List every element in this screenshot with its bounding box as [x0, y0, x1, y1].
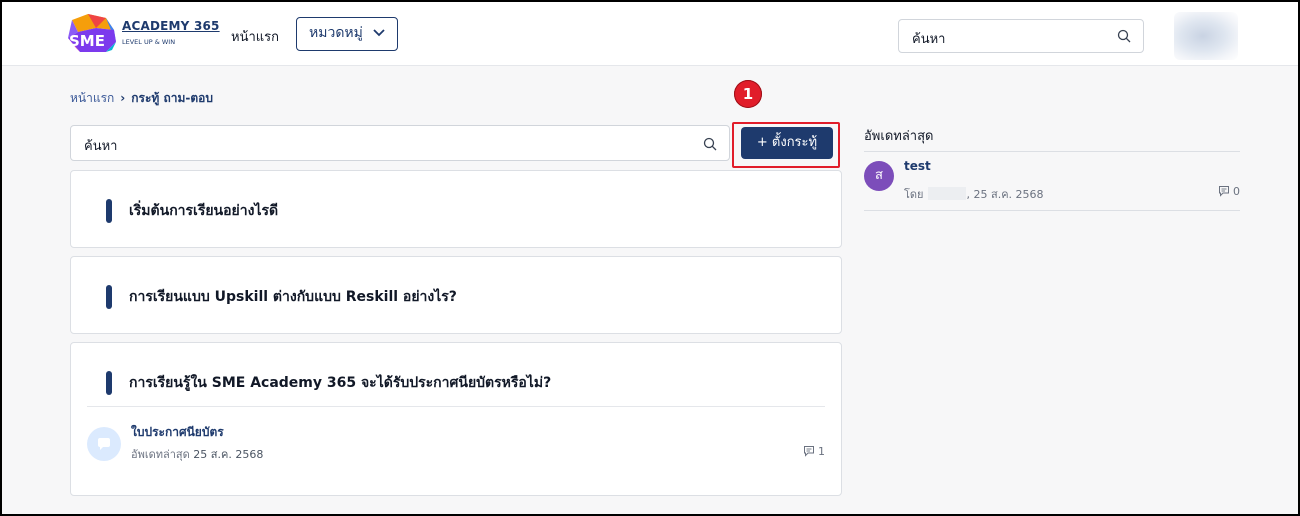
redacted-author-name: [927, 187, 966, 200]
header-search-placeholder: ค้นหา: [912, 32, 946, 47]
search-icon[interactable]: [1117, 29, 1131, 43]
site-logo[interactable]: SME ACADEMY 365 LEVEL UP & WIN: [66, 14, 219, 54]
user-avatar[interactable]: [1174, 12, 1238, 60]
card-divider: [87, 406, 825, 407]
breadcrumb: หน้าแรก › กระทู้ ถาม-ตอบ: [70, 89, 213, 108]
latest-topic-count-value: 0: [1233, 185, 1240, 198]
topic-accent-bar: [106, 199, 112, 223]
sub-topic-item[interactable]: ใบประกาศนียบัตร อัพเดทล่าสุด 25 ส.ค. 256…: [87, 423, 825, 471]
search-icon[interactable]: [703, 137, 717, 151]
logo-title: ACADEMY 365: [122, 19, 220, 33]
header-search-input[interactable]: ค้นหา: [898, 19, 1144, 53]
top-navigation-bar: SME ACADEMY 365 LEVEL UP & WIN หน้าแรก ห…: [2, 2, 1298, 66]
nav-home-link[interactable]: หน้าแรก: [231, 26, 279, 47]
topic-title[interactable]: การเรียนรู้ใน SME Academy 365 จะได้รับปร…: [129, 372, 551, 394]
new-topic-button[interactable]: + ตั้งกระทู้: [741, 127, 833, 159]
chevron-down-icon: [373, 29, 385, 37]
category-label: หมวดหมู่: [309, 25, 363, 41]
breadcrumb-current: กระทู้ ถาม-ตอบ: [131, 91, 214, 105]
topic-search-placeholder: ค้นหา: [84, 139, 118, 154]
comment-icon: [804, 446, 814, 457]
topic-title[interactable]: การเรียนแบบ Upskill ต่างกับแบบ Reskill อ…: [129, 286, 457, 308]
sub-topic-title[interactable]: ใบประกาศนียบัตร: [131, 423, 224, 442]
latest-topic-meta: โดย , 25 ส.ค. 2568: [904, 185, 1044, 203]
latest-topic-comment-count: 0: [1218, 185, 1240, 198]
topic-accent-bar: [106, 371, 112, 395]
topic-search-input[interactable]: ค้นหา: [70, 125, 730, 161]
latest-updates-heading: อัพเดทล่าสุด: [864, 129, 934, 144]
breadcrumb-home[interactable]: หน้าแรก: [70, 91, 114, 105]
sub-topic-date: 25 ส.ค. 2568: [193, 448, 264, 461]
sidebar-divider: [864, 151, 1240, 152]
sub-topic-meta: อัพเดทล่าสุด 25 ส.ค. 2568: [131, 445, 263, 463]
breadcrumb-separator: ›: [120, 91, 126, 105]
topic-card[interactable]: การเรียนรู้ใน SME Academy 365 จะได้รับปร…: [70, 342, 842, 496]
sub-topic-meta-prefix: อัพเดทล่าสุด: [131, 448, 190, 461]
step-number-badge: 1: [734, 80, 762, 108]
topic-title[interactable]: เริ่มต้นการเรียนอย่างไรดี: [129, 200, 278, 222]
sub-topic-count-value: 1: [818, 445, 825, 458]
sub-topic-comment-count: 1: [803, 445, 825, 458]
topic-card[interactable]: การเรียนแบบ Upskill ต่างกับแบบ Reskill อ…: [70, 256, 842, 334]
logo-badge: SME: [68, 14, 116, 52]
sidebar-divider: [864, 210, 1240, 211]
latest-topic-item[interactable]: ส test โดย , 25 ส.ค. 2568 0: [864, 157, 1240, 207]
chat-bubble-icon: [87, 427, 121, 461]
svg-text:SME: SME: [69, 32, 105, 50]
latest-topic-title[interactable]: test: [904, 159, 931, 173]
latest-topic-date: , 25 ส.ค. 2568: [966, 188, 1044, 201]
author-avatar: ส: [864, 161, 894, 191]
latest-topic-by: โดย: [904, 188, 924, 201]
logo-tagline: LEVEL UP & WIN: [122, 38, 176, 46]
comment-icon: [1219, 186, 1229, 197]
topic-accent-bar: [106, 285, 112, 309]
topic-card[interactable]: เริ่มต้นการเรียนอย่างไรดี: [70, 170, 842, 248]
category-dropdown[interactable]: หมวดหมู่: [296, 17, 398, 51]
